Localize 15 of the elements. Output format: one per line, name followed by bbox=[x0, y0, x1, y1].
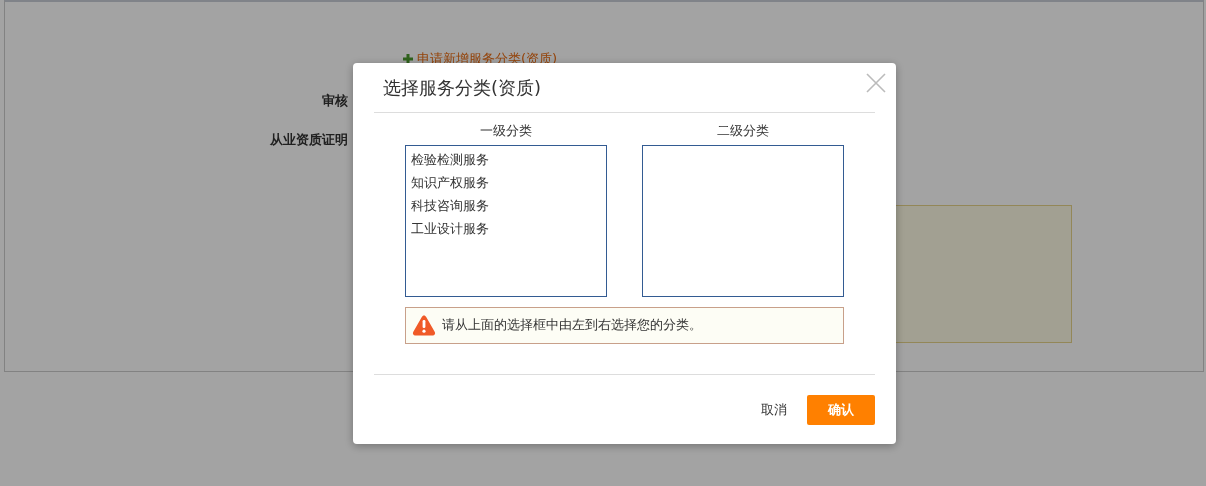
notice-text: 请从上面的选择框中由左到右选择您的分类。 bbox=[442, 316, 702, 335]
plus-icon bbox=[403, 53, 413, 64]
list-item[interactable]: 检验检测服务 bbox=[406, 147, 606, 171]
field-label: 审核 bbox=[321, 91, 348, 110]
list-item[interactable]: 科技咨询服务 bbox=[406, 193, 606, 217]
dialog-title: 选择服务分类(资质) bbox=[383, 76, 542, 100]
warning-icon bbox=[412, 314, 436, 336]
column-heading: 二级分类 bbox=[716, 122, 770, 140]
column-heading: 一级分类 bbox=[479, 122, 533, 140]
field-label: 从业资质证明 bbox=[269, 131, 348, 149]
close-button[interactable] bbox=[866, 72, 886, 93]
cancel-button[interactable]: 取消 bbox=[761, 400, 787, 420]
list-item[interactable]: 工业设计服务 bbox=[406, 216, 606, 240]
list-item[interactable]: 知识产权服务 bbox=[406, 170, 606, 194]
close-icon bbox=[866, 72, 886, 93]
